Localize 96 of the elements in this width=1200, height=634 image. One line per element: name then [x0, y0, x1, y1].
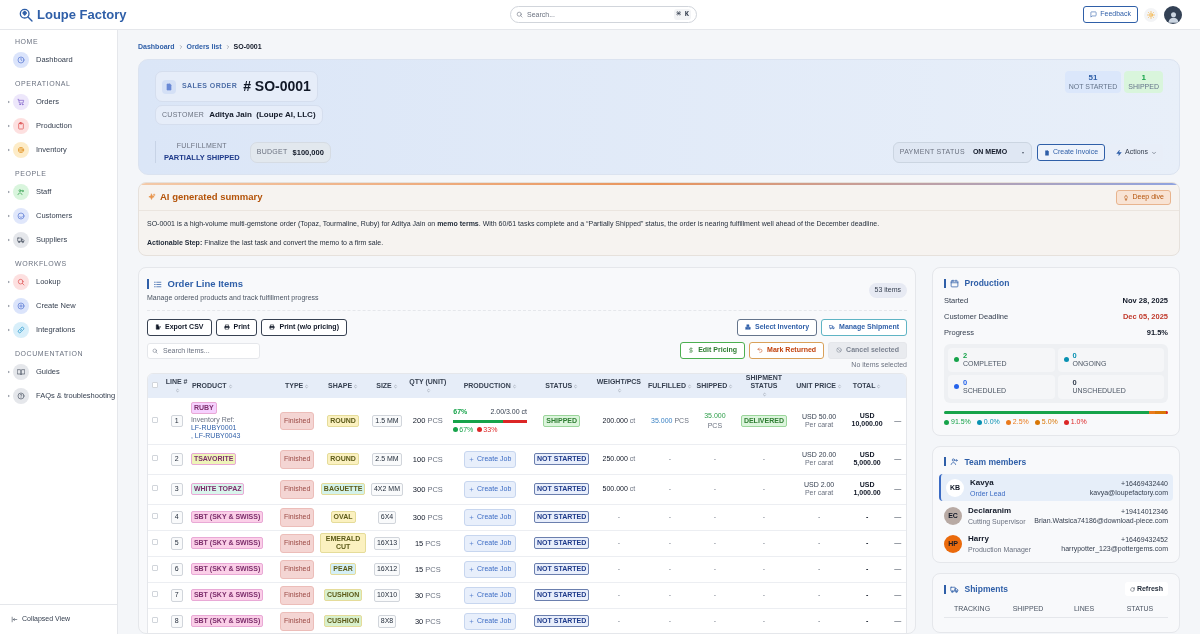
- plus-icon: [469, 514, 475, 520]
- truck-icon: [949, 584, 959, 594]
- boxes-icon: [745, 324, 751, 331]
- caret-down-icon: [1020, 150, 1025, 155]
- logo-text: Loupe Factory: [37, 5, 127, 24]
- export-icon: [155, 324, 161, 331]
- theme-toggle[interactable]: [1144, 7, 1158, 22]
- plus-icon: [469, 486, 475, 492]
- sort-icon: [616, 388, 622, 393]
- search-icon: [152, 347, 158, 354]
- counter-value: 51: [1088, 73, 1098, 82]
- card-title: Production: [964, 277, 1010, 290]
- checkbox[interactable]: [152, 513, 159, 519]
- collapse-icon: [11, 616, 18, 623]
- user-avatar[interactable]: [1164, 5, 1182, 24]
- checkbox[interactable]: [152, 565, 159, 571]
- checkbox[interactable]: [152, 416, 159, 423]
- coin-icon: [17, 146, 25, 154]
- cart-icon: [17, 98, 25, 106]
- book-icon: [17, 368, 25, 376]
- sun-icon: [1147, 10, 1155, 19]
- sort-icon: [761, 391, 767, 397]
- truck-icon: [17, 236, 25, 244]
- customer-name: Aditya Jain (Loupe AI, LLC): [209, 109, 316, 121]
- link-icon: [17, 326, 25, 334]
- member-name: Declaranim: [968, 504, 1013, 517]
- sparkle-icon: [147, 193, 156, 202]
- sort-icon: [836, 383, 842, 389]
- card-title: Shipments: [964, 582, 1008, 596]
- search-icon: [516, 11, 523, 18]
- plus-circle-icon: [17, 302, 25, 310]
- chevron-right-icon: [177, 44, 184, 50]
- checkbox[interactable]: [152, 455, 159, 461]
- sort-icon: [392, 383, 398, 389]
- sort-icon: [227, 383, 233, 389]
- order-number: # SO-0001: [243, 77, 311, 96]
- member-name: Kavya: [970, 476, 995, 489]
- caret-icon: [7, 328, 11, 332]
- caret-icon: [7, 148, 11, 152]
- sort-icon: [728, 383, 734, 389]
- caret-icon: [7, 304, 11, 308]
- chat-icon: [1090, 11, 1098, 18]
- member-name: Harry: [968, 532, 990, 545]
- counter-value: 1: [1141, 73, 1146, 82]
- question-icon: [17, 392, 25, 400]
- printer-icon: [269, 324, 276, 331]
- chevron-right-icon: [224, 44, 231, 50]
- sort-icon: [687, 383, 692, 389]
- printer-icon: [223, 324, 230, 331]
- sort-icon: [511, 383, 517, 389]
- checkbox[interactable]: [152, 539, 159, 545]
- plus-icon: [469, 618, 475, 624]
- plus-icon: [469, 540, 475, 546]
- users-icon: [949, 457, 959, 467]
- caret-icon: [7, 214, 11, 218]
- plus-icon: [469, 592, 475, 598]
- list-icon: [152, 279, 162, 289]
- truck-icon: [829, 324, 836, 331]
- sort-icon: [573, 383, 579, 389]
- sort-icon: [174, 388, 180, 393]
- checkbox[interactable]: [152, 485, 159, 491]
- undo-icon: [757, 347, 764, 354]
- caret-icon: [7, 124, 11, 128]
- ban-icon: [836, 347, 843, 354]
- summary-title: AI generated summary: [160, 190, 263, 205]
- logo-icon: [18, 6, 34, 23]
- clipboard-icon: [17, 122, 25, 130]
- bolt-icon: [1116, 149, 1123, 156]
- checkbox[interactable]: [152, 382, 159, 388]
- document-icon: [165, 82, 173, 91]
- smiley-icon: [17, 212, 25, 220]
- calendar-icon: [949, 278, 959, 288]
- card-title: Team members: [964, 455, 1027, 469]
- caret-icon: [7, 280, 11, 284]
- lightbulb-icon: [1123, 194, 1130, 201]
- sort-icon: [304, 383, 310, 389]
- caret-icon: [7, 238, 11, 242]
- document-icon: [1043, 149, 1050, 156]
- sort-icon: [876, 383, 882, 389]
- section-title: Order Line Items: [167, 277, 243, 291]
- refresh-icon: [1129, 586, 1135, 592]
- caret-icon: [7, 100, 11, 104]
- users-icon: [17, 188, 25, 196]
- dollar-icon: [688, 347, 695, 354]
- plus-icon: [469, 566, 475, 572]
- clock-icon: [17, 56, 25, 64]
- caret-icon: [7, 394, 11, 398]
- sort-icon: [353, 383, 359, 389]
- checkbox[interactable]: [152, 591, 159, 597]
- search-icon: [17, 278, 25, 286]
- checkbox[interactable]: [152, 617, 159, 623]
- caret-icon: [7, 370, 11, 374]
- chevron-down-icon: [1151, 149, 1157, 156]
- sort-icon: [425, 388, 431, 393]
- caret-icon: [7, 190, 11, 194]
- plus-icon: [469, 456, 475, 462]
